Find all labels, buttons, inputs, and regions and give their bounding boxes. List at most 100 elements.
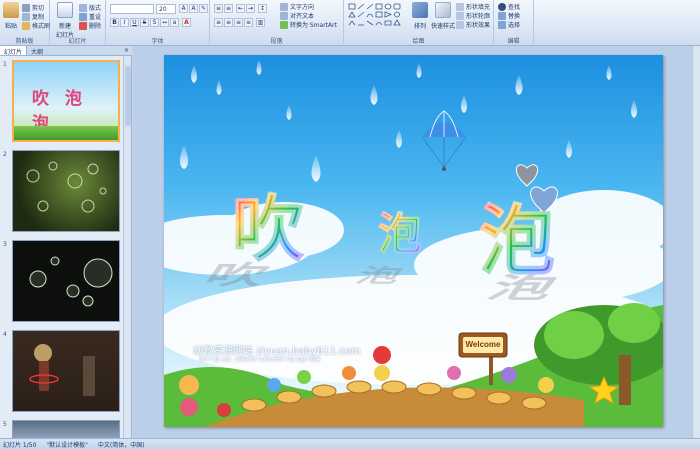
clipboard-group-label: 剪贴板 — [15, 38, 34, 45]
new-slide-button[interactable]: 新建 幻灯片 — [55, 2, 75, 39]
title-char-pao-2: 泡 — [479, 196, 556, 285]
bold-button[interactable]: B — [110, 18, 119, 27]
justify-button[interactable]: ≡ — [244, 18, 253, 27]
clipboard-group: 粘贴 剪切 复制 格式刷 剪贴板 — [0, 0, 50, 46]
tab-slides[interactable]: 幻灯片 — [0, 46, 28, 56]
italic-button[interactable]: I — [120, 18, 129, 27]
arrange-button[interactable]: 排列 — [412, 2, 428, 30]
shapes-gallery[interactable] — [348, 3, 408, 29]
copy-icon — [22, 12, 30, 21]
quick-styles-button[interactable]: 快速样式 — [431, 2, 455, 30]
shadow-button[interactable]: S — [150, 18, 159, 27]
slide-thumbnail-5[interactable] — [12, 420, 120, 438]
underline-button[interactable]: U — [130, 18, 139, 27]
align-left-button[interactable]: ≡ — [214, 18, 223, 27]
copy-button[interactable]: 复制 — [22, 12, 44, 21]
slide-thumbnail-1[interactable]: 吹 泡 泡 — [12, 60, 120, 142]
layout-button[interactable]: 版式 — [79, 3, 101, 12]
cursor-icon — [498, 20, 506, 29]
shape-fill-label: 形状填充 — [466, 4, 491, 11]
quick-styles-icon — [435, 2, 451, 18]
shrink-font-button[interactable]: A — [189, 4, 198, 13]
align-text-icon — [280, 11, 288, 20]
cut-label: 剪切 — [32, 5, 45, 12]
reset-icon — [79, 12, 87, 21]
select-button[interactable]: 选择 — [498, 20, 520, 29]
cut-button[interactable]: 剪切 — [22, 3, 44, 12]
slide-number: 3 — [3, 241, 7, 248]
align-right-button[interactable]: ≡ — [234, 18, 243, 27]
format-painter-label: 格式刷 — [32, 23, 51, 30]
align-text-label: 对齐文本 — [290, 13, 315, 20]
font-name-field[interactable] — [110, 4, 154, 14]
shape-effects-label: 形状效果 — [466, 22, 491, 29]
slide-thumbnail-3[interactable] — [12, 240, 120, 322]
delete-label: 删除 — [89, 23, 102, 30]
slides-pane: 幻灯片 大纲 × 1 吹 泡 泡 2 3 4 5 — [0, 46, 132, 438]
replace-icon — [498, 11, 506, 20]
select-label: 选择 — [508, 22, 521, 29]
fill-bucket-icon — [456, 2, 464, 11]
language-indicator[interactable]: 中文(简体，中国) — [98, 440, 145, 449]
close-pane-icon[interactable]: × — [121, 46, 132, 55]
text-direction-icon — [280, 2, 288, 11]
arrange-label: 排列 — [413, 23, 426, 30]
slide-thumbnail-2[interactable] — [12, 150, 120, 232]
change-case-button[interactable]: a — [170, 18, 179, 27]
tab-outline[interactable]: 大纲 — [27, 46, 47, 56]
text-direction-button[interactable]: 文字方向 — [280, 2, 314, 11]
paste-button[interactable]: 粘贴 — [3, 2, 19, 30]
shape-effects-button[interactable]: 形状效果 — [456, 20, 490, 29]
grow-font-button[interactable]: A — [179, 4, 188, 13]
binoculars-icon — [498, 2, 506, 11]
delete-icon — [79, 21, 87, 30]
pane-scroll-thumb[interactable] — [125, 66, 131, 126]
bubbles-image — [29, 256, 113, 307]
replace-label: 替换 — [508, 13, 521, 20]
strikethrough-button[interactable]: S — [140, 18, 149, 27]
slide-thumbnail-4[interactable] — [12, 330, 120, 412]
spacing-button[interactable]: ↔ — [160, 18, 169, 27]
smartart-button[interactable]: 转换为 SmartArt — [280, 20, 337, 29]
align-center-button[interactable]: ≡ — [224, 18, 233, 27]
paste-icon — [3, 2, 19, 18]
brush-icon — [22, 21, 30, 30]
columns-button[interactable]: ▥ — [256, 18, 265, 27]
increase-indent-button[interactable]: ⇥ — [246, 4, 255, 13]
new-slide-icon — [57, 2, 73, 18]
font-group: 20 A A ✎ B I U S S ↔ a A 字体 — [106, 0, 210, 46]
clear-format-button[interactable]: ✎ — [199, 4, 208, 13]
format-painter-button[interactable]: 格式刷 — [22, 21, 50, 30]
layout-icon — [79, 3, 87, 12]
shape-outline-button[interactable]: 形状轮廓 — [456, 11, 490, 20]
bullets-button[interactable]: ≡ — [214, 4, 223, 13]
find-button[interactable]: 查找 — [498, 2, 520, 11]
slide-number: 4 — [3, 331, 7, 338]
font-color-button[interactable]: A — [182, 18, 191, 27]
editor-scrollbar[interactable] — [692, 46, 700, 438]
pane-scrollbar[interactable] — [123, 56, 131, 438]
editing-group-label: 编辑 — [507, 38, 520, 45]
delete-button[interactable]: 删除 — [79, 21, 101, 30]
font-group-label: 字体 — [151, 38, 164, 45]
slides-group: 新建 幻灯片 版式 重设 删除 幻灯片 — [50, 0, 106, 46]
reset-button[interactable]: 重设 — [79, 12, 101, 21]
ribbon: 粘贴 剪切 复制 格式刷 剪贴板 新建 幻灯片 版式 重设 删除 幻灯片 20 … — [0, 0, 700, 46]
paste-label: 粘贴 — [4, 23, 17, 30]
thumbnail-grass — [14, 126, 118, 140]
drawing-group-label: 绘图 — [412, 38, 425, 45]
numbering-button[interactable]: ≡ — [224, 4, 233, 13]
title-char-chui: 吹 — [231, 186, 305, 271]
watermark-text: 幼教资源网站 ziyuan.baby611.com — [193, 346, 361, 357]
font-size-field[interactable]: 20 — [156, 4, 176, 14]
reset-label: 重设 — [89, 14, 102, 21]
replace-button[interactable]: 替换 — [498, 11, 520, 20]
shape-outline-label: 形状轮廓 — [466, 13, 491, 20]
pen-icon — [456, 11, 464, 20]
performer-image — [29, 344, 95, 396]
line-spacing-button[interactable]: ↕ — [258, 4, 267, 13]
decrease-indent-button[interactable]: ⇤ — [236, 4, 245, 13]
shape-fill-button[interactable]: 形状填充 — [456, 2, 490, 11]
align-text-button[interactable]: 对齐文本 — [280, 11, 314, 20]
slide-canvas[interactable]: 吹 泡 泡 吹 泡 泡 Welcome 幼教资源网站 ziyuan.baby61… — [164, 55, 663, 427]
